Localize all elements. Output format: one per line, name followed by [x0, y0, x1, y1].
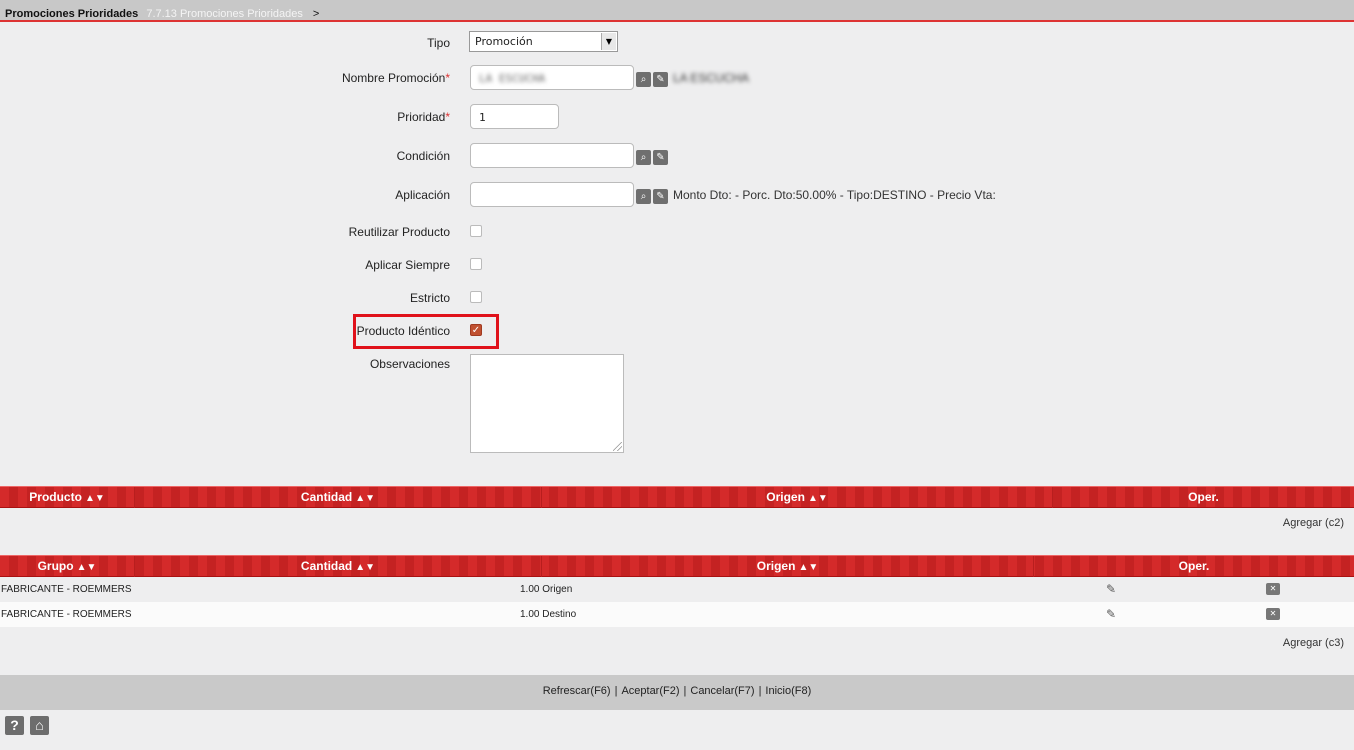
aplicacion-info: Monto Dto: - Porc. Dto:50.00% - Tipo:DES… — [673, 188, 996, 202]
row-estricto: Estricto — [0, 287, 1354, 313]
reutilizar-checkbox[interactable] — [470, 225, 482, 237]
row-reutilizar: Reutilizar Producto — [0, 221, 1354, 247]
reutilizar-label: Reutilizar Producto — [348, 225, 450, 239]
sort-icon[interactable]: ▲▼ — [808, 493, 828, 504]
help-icon[interactable]: ? — [5, 716, 24, 735]
separator: | — [683, 685, 687, 697]
delete-icon[interactable]: ✕ — [1266, 608, 1280, 620]
sort-icon[interactable]: ▲▼ — [85, 493, 105, 504]
refresh-link[interactable]: Refrescar(F6) — [543, 685, 611, 697]
eraser-icon[interactable]: ✎ — [653, 189, 668, 204]
search-icon[interactable]: ⌕ — [636, 189, 651, 204]
row-nombre: Nombre Promoción* LA ESCUCHA ⌕ ✎ LA ESCU… — [0, 65, 1354, 91]
cantidad-cell: 1.00 Origen — [520, 584, 573, 595]
estricto-label: Estricto — [409, 291, 450, 305]
edit-icon[interactable]: ✎ — [1106, 608, 1122, 621]
nombre-description: LA ESCUCHA — [673, 71, 750, 85]
breadcrumb-separator: > — [312, 8, 320, 20]
tipo-select[interactable]: Promoción ▼ — [469, 31, 618, 52]
agregar-producto-link[interactable]: Agregar (c2) — [1283, 517, 1344, 529]
column-cantidad[interactable]: Cantidad ▲▼ — [135, 556, 542, 577]
column-grupo[interactable]: Grupo ▲▼ — [0, 556, 135, 577]
separator: | — [758, 685, 762, 697]
home-icon[interactable]: ⌂ — [30, 716, 49, 735]
prioridad-input[interactable]: 1 — [470, 104, 559, 129]
prioridad-label: Prioridad* — [397, 110, 450, 124]
column-producto[interactable]: Producto ▲▼ — [0, 487, 135, 508]
sort-icon[interactable]: ▲▼ — [355, 493, 375, 504]
search-icon[interactable]: ⌕ — [636, 72, 651, 87]
cancel-link[interactable]: Cancelar(F7) — [690, 685, 754, 697]
eraser-icon[interactable]: ✎ — [653, 150, 668, 165]
table-row[interactable]: FABRICANTE - ROEMMERS 1.00 Destino ✎ ✕ — [0, 602, 1354, 627]
chevron-down-icon[interactable]: ▼ — [601, 33, 616, 50]
row-tipo: Tipo Promoción ▼ — [0, 31, 1354, 57]
row-producto-identico: Producto Idéntico ✓ — [0, 320, 1354, 346]
row-observaciones: Observaciones — [0, 353, 1354, 379]
producto-identico-checkbox[interactable]: ✓ — [470, 324, 482, 336]
delete-icon[interactable]: ✕ — [1266, 583, 1280, 595]
resize-grip-icon[interactable] — [613, 442, 622, 451]
nombre-label: Nombre Promoción* — [341, 71, 450, 85]
column-origen[interactable]: Origen ▲▼ — [542, 487, 1053, 508]
aplicacion-label: Aplicación — [395, 188, 450, 202]
grupo-cell: FABRICANTE - ROEMMERS — [1, 584, 132, 595]
cantidad-cell: 1.00 Destino — [520, 609, 577, 620]
home-link[interactable]: Inicio(F8) — [765, 685, 811, 697]
column-origen[interactable]: Origen ▲▼ — [542, 556, 1034, 577]
column-oper: Oper. — [1188, 490, 1219, 504]
sort-icon[interactable]: ▲▼ — [77, 562, 97, 573]
productos-grid-header: Producto ▲▼ Cantidad ▲▼ Origen ▲▼ Oper. — [0, 486, 1354, 508]
grupos-grid-header: Grupo ▲▼ Cantidad ▲▼ Origen ▲▼ Oper. — [0, 555, 1354, 577]
breadcrumb-title[interactable]: Promociones Prioridades — [5, 8, 138, 20]
sort-icon[interactable]: ▲▼ — [355, 562, 375, 573]
row-condicion: Condición ⌕ ✎ — [0, 143, 1354, 169]
prioridad-input-value: 1 — [479, 111, 486, 124]
tipo-select-value: Promoción — [475, 35, 533, 48]
producto-identico-label: Producto Idéntico — [356, 324, 450, 338]
column-cantidad[interactable]: Cantidad ▲▼ — [135, 487, 542, 508]
nombre-input[interactable]: LA ESCUCHA — [470, 65, 634, 90]
search-icon[interactable]: ⌕ — [636, 150, 651, 165]
row-aplicacion: Aplicación ⌕ ✎ Monto Dto: - Porc. Dto:50… — [0, 182, 1354, 208]
sort-icon[interactable]: ▲▼ — [798, 562, 818, 573]
edit-icon[interactable]: ✎ — [1106, 583, 1122, 596]
row-prioridad: Prioridad* 1 — [0, 104, 1354, 130]
breadcrumb-path[interactable]: 7.7.13 Promociones Prioridades — [146, 8, 303, 20]
nombre-input-value: LA ESCUCHA — [479, 72, 546, 85]
estricto-checkbox[interactable] — [470, 291, 482, 303]
table-row[interactable]: FABRICANTE - ROEMMERS 1.00 Origen ✎ ✕ — [0, 577, 1354, 602]
condicion-input[interactable] — [470, 143, 634, 168]
observaciones-textarea[interactable] — [470, 354, 624, 453]
action-bar: Refrescar(F6) | Aceptar(F2) | Cancelar(F7) | I… — [0, 675, 1354, 710]
aplicacion-input[interactable] — [470, 182, 634, 207]
observaciones-label: Observaciones — [369, 357, 450, 371]
aplicar-siempre-checkbox[interactable] — [470, 258, 482, 270]
row-aplicar-siempre: Aplicar Siempre — [0, 254, 1354, 280]
column-oper: Oper. — [1178, 559, 1210, 573]
aplicar-siempre-label: Aplicar Siempre — [365, 258, 450, 272]
grupo-cell: FABRICANTE - ROEMMERS — [1, 609, 132, 620]
agregar-grupo-link[interactable]: Agregar (c3) — [1283, 637, 1344, 649]
accept-link[interactable]: Aceptar(F2) — [621, 685, 679, 697]
tipo-label: Tipo — [427, 36, 450, 50]
eraser-icon[interactable]: ✎ — [653, 72, 668, 87]
breadcrumb: Promociones Prioridades 7.7.13 Promocion… — [0, 0, 1354, 22]
separator: | — [614, 685, 618, 697]
condicion-label: Condición — [396, 149, 450, 163]
